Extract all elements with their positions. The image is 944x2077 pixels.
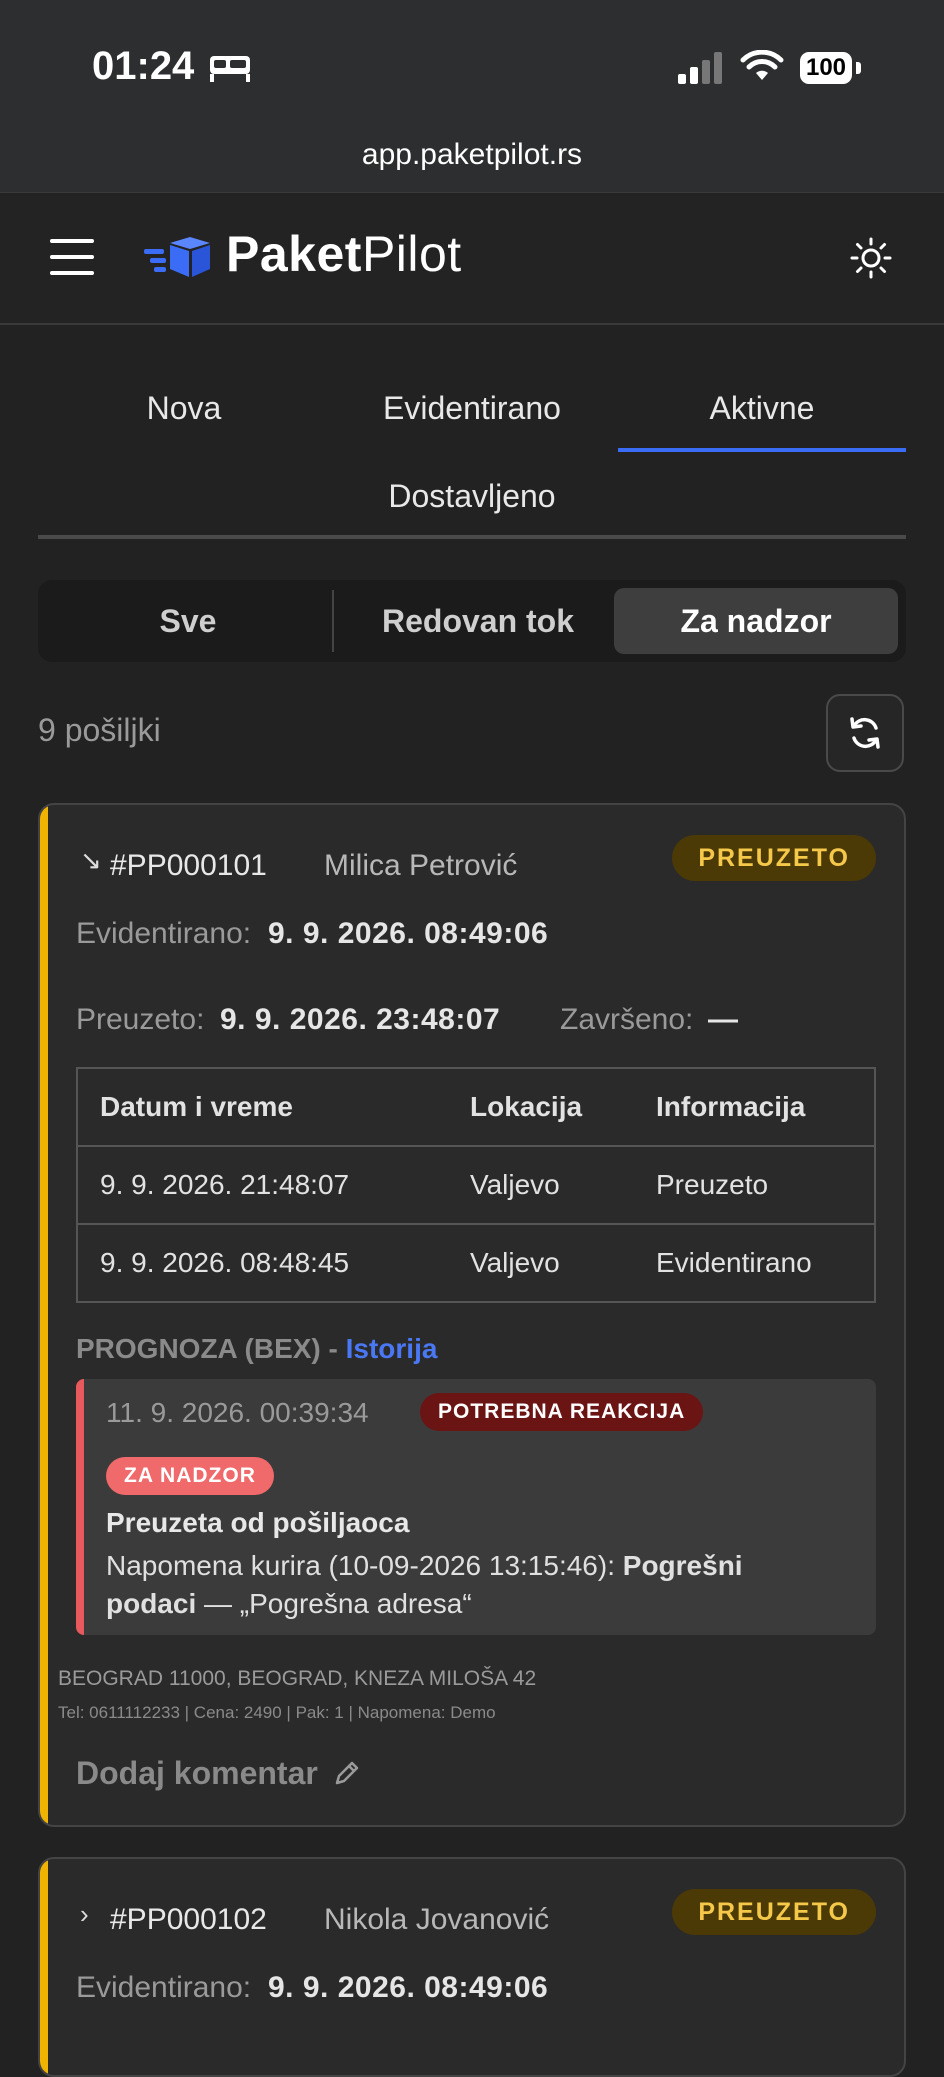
table-cell: 9. 9. 2026. 08:48:45 <box>76 1223 448 1303</box>
table-cell: Valjevo <box>448 1145 634 1225</box>
tracking-history-table: Datum i vreme Lokacija Informacija 9. 9.… <box>76 1067 876 1303</box>
delivery-address: BEOGRAD 11000, BEOGRAD, KNEZA MILOŠA 42 <box>58 1667 537 1690</box>
cellular-signal-icon <box>678 52 722 84</box>
card-accent-bar <box>40 1859 48 2075</box>
tab-aktivne[interactable]: Aktivne <box>618 390 906 427</box>
tabs-divider <box>38 535 906 539</box>
tab-nova[interactable]: Nova <box>100 390 268 427</box>
expand-chevron-icon[interactable]: ↘ <box>80 845 102 876</box>
status-bar: 01:24 100 app.paketpilot.rs <box>0 0 944 192</box>
logo-icon <box>144 237 210 277</box>
table-cell: 9. 9. 2026. 21:48:07 <box>76 1145 448 1225</box>
courier-note: Napomena kurira (10-09-2026 13:15:46): P… <box>106 1550 743 1619</box>
refresh-icon <box>850 717 880 749</box>
evidentirano-label: Evidentirano: <box>76 917 252 950</box>
recipient-name: Milica Petrović <box>324 849 518 882</box>
shipment-card[interactable]: › #PP000102 Nikola Jovanović PREUZETO Ev… <box>38 1857 906 2077</box>
filter-redovan-tok[interactable]: Redovan tok <box>338 580 618 662</box>
zavrseno-value: — <box>708 1003 739 1036</box>
status-time: 01:24 <box>92 44 195 88</box>
filter-za-nadzor[interactable]: Za nadzor <box>614 588 898 654</box>
table-header-row: Datum i vreme Lokacija Informacija <box>76 1067 876 1147</box>
table-row: 9. 9. 2026. 21:48:07 Valjevo Preuzeto <box>76 1145 876 1225</box>
istorija-link[interactable]: Istorija <box>346 1333 438 1364</box>
add-comment-label: Dodaj komentar <box>76 1755 318 1791</box>
browser-url[interactable]: app.paketpilot.rs <box>0 138 944 172</box>
alert-accent-bar <box>76 1379 84 1635</box>
shipment-id: #PP000101 <box>110 849 267 882</box>
filter-segmented-control: Sve Redovan tok Za nadzor <box>38 580 906 662</box>
forecast-alert: 11. 9. 2026. 00:39:34 POTREBNA REAKCIJA … <box>76 1379 876 1635</box>
add-comment-button[interactable]: Dodaj komentar <box>76 1755 362 1792</box>
evidentirano-value: 9. 9. 2026. 08:49:06 <box>268 1971 549 2004</box>
alert-title: Preuzeta od pošiljaoca <box>106 1507 410 1538</box>
column-header: Informacija <box>634 1067 876 1147</box>
alert-date: 11. 9. 2026. 00:39:34 <box>106 1397 369 1428</box>
pencil-icon <box>336 1761 359 1785</box>
table-cell: Valjevo <box>448 1223 634 1303</box>
column-header: Datum i vreme <box>76 1067 448 1147</box>
active-tab-indicator <box>618 448 906 452</box>
column-header: Lokacija <box>448 1067 634 1147</box>
preuzeto-value: 9. 9. 2026. 23:48:07 <box>220 1003 501 1036</box>
shipment-count: 9 pošiljki <box>38 712 161 748</box>
sleep-mode-icon <box>210 56 250 82</box>
tab-dostavljeno[interactable]: Dostavljeno <box>300 478 644 515</box>
segment-separator <box>332 590 334 652</box>
status-badge: PREUZETO <box>672 1889 876 1935</box>
menu-icon[interactable] <box>50 239 94 275</box>
battery-indicator: 100 <box>800 52 852 84</box>
table-row: 9. 9. 2026. 08:48:45 Valjevo Evidentiran… <box>76 1223 876 1303</box>
theme-toggle-icon[interactable] <box>850 237 892 279</box>
tab-evidentirano[interactable]: Evidentirano <box>330 390 614 427</box>
shipment-card[interactable]: ↘ #PP000101 Milica Petrović PREUZETO Evi… <box>38 803 906 1827</box>
reaction-needed-badge: POTREBNA REAKCIJA <box>420 1393 704 1431</box>
za-nadzor-badge: ZA NADZOR <box>106 1457 274 1495</box>
wifi-icon <box>740 50 784 80</box>
expand-chevron-icon[interactable]: › <box>80 1899 89 1930</box>
shipment-meta: Tel: 0611112233 | Cena: 2490 | Pak: 1 | … <box>58 1703 496 1722</box>
evidentirano-label: Evidentirano: <box>76 1971 252 2004</box>
table-cell: Preuzeto <box>634 1145 876 1225</box>
prognoza-heading: PROGNOZA (BEX) - Istorija <box>76 1333 438 1364</box>
preuzeto-label: Preuzeto: <box>76 1003 205 1036</box>
battery-tip <box>856 62 861 74</box>
zavrseno-label: Završeno: <box>560 1003 694 1036</box>
logo-wordmark: PaketPilot <box>226 226 462 282</box>
card-accent-bar <box>40 805 48 1825</box>
status-badge: PREUZETO <box>672 835 876 881</box>
table-cell: Evidentirano <box>634 1223 876 1303</box>
filter-sve[interactable]: Sve <box>38 580 338 662</box>
evidentirano-value: 9. 9. 2026. 08:49:06 <box>268 917 549 950</box>
recipient-name: Nikola Jovanović <box>324 1903 550 1936</box>
app-header: PaketPilot <box>0 192 944 325</box>
shipment-id: #PP000102 <box>110 1903 267 1936</box>
refresh-button[interactable] <box>826 694 904 772</box>
